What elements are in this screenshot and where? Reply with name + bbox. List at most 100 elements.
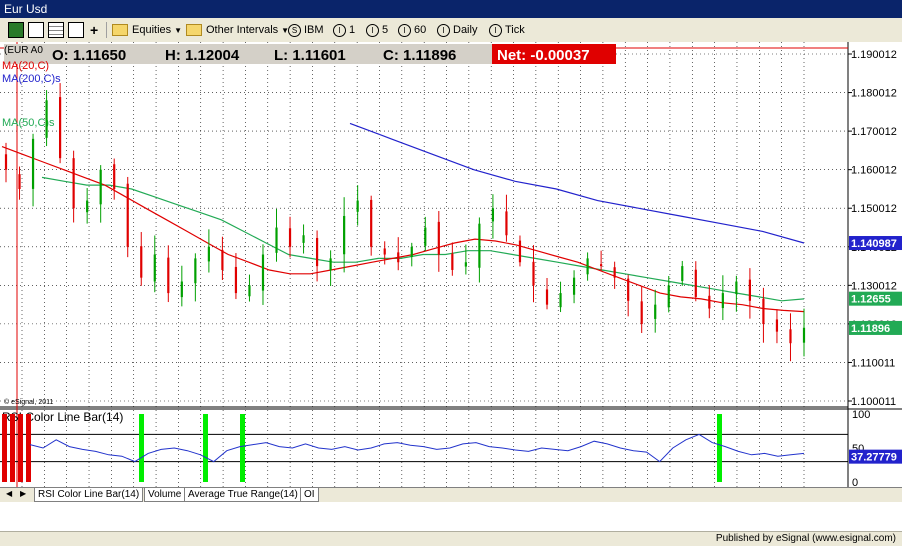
tab-prev-icon[interactable]: ◀ bbox=[6, 489, 12, 498]
symbol-button[interactable]: S IBM bbox=[288, 22, 324, 38]
chart-background bbox=[0, 42, 902, 487]
equities-dropdown[interactable]: Equities ▼ bbox=[112, 22, 182, 38]
interval-icon: I bbox=[489, 23, 502, 37]
bar-chart-icon[interactable] bbox=[28, 22, 44, 39]
rsi-tick-label: 100 bbox=[852, 409, 870, 421]
ma200-legend: MA(200,C)s bbox=[2, 73, 61, 85]
bar-body bbox=[59, 97, 62, 159]
chart-icon[interactable] bbox=[8, 22, 24, 39]
bar-body bbox=[451, 253, 454, 270]
rsi-tick-label: 0 bbox=[852, 477, 858, 487]
ma50-marker-label: 1.12655 bbox=[851, 294, 891, 306]
bar-body bbox=[99, 169, 102, 205]
bar-body bbox=[654, 304, 657, 319]
bar-body bbox=[261, 254, 265, 291]
bar-body bbox=[640, 301, 643, 324]
bar-body bbox=[586, 258, 589, 275]
interval-5-label: 5 bbox=[382, 24, 389, 36]
price-tick-label: 1.160012 bbox=[851, 165, 897, 177]
quote-close: C: 1.11896 bbox=[383, 47, 456, 64]
bar-body bbox=[248, 285, 251, 297]
daily-button[interactable]: I Daily bbox=[437, 22, 477, 38]
bar-body bbox=[72, 158, 75, 209]
bar-body bbox=[748, 279, 751, 301]
bar-body bbox=[464, 262, 467, 267]
price-bar bbox=[370, 195, 373, 256]
bar-body bbox=[397, 252, 400, 263]
interval-60-button[interactable]: I 60 bbox=[398, 22, 426, 38]
tab-oi[interactable]: OI bbox=[300, 488, 319, 502]
rsi-signal-bar-red bbox=[18, 414, 23, 482]
bar-body bbox=[234, 266, 238, 294]
bar-body bbox=[194, 258, 197, 284]
tab-next-icon[interactable]: ▶ bbox=[20, 489, 26, 498]
last-price-marker-label: 1.11896 bbox=[851, 323, 890, 335]
bar-body bbox=[532, 261, 535, 286]
bar-body bbox=[113, 164, 116, 189]
quote-high: H: 1.12004 bbox=[165, 47, 240, 64]
bar-body bbox=[424, 227, 427, 246]
price-tick-label: 1.100011 bbox=[851, 396, 896, 408]
equities-label: Equities bbox=[132, 24, 172, 36]
quote-low: L: 1.11601 bbox=[274, 47, 346, 64]
price-chart[interactable]: (EUR A0 O: 1.11650 H: 1.12004 L: 1.11601… bbox=[0, 42, 902, 487]
bar-body bbox=[518, 240, 522, 263]
ma20-legend: MA(20,C) bbox=[2, 60, 49, 72]
bar-body bbox=[288, 228, 292, 247]
bar-body bbox=[505, 211, 508, 236]
tab-volume[interactable]: Volume bbox=[144, 488, 186, 502]
bar-body bbox=[545, 289, 549, 305]
rsi-last-label: 37.27779 bbox=[851, 452, 897, 464]
bar-body bbox=[437, 221, 440, 255]
interval-1-button[interactable]: I1 bbox=[333, 22, 355, 38]
bar-body bbox=[31, 138, 35, 189]
rsi-signal-bar-green bbox=[139, 414, 144, 482]
bar-body bbox=[613, 267, 616, 278]
status-bar: Published by eSignal (www.esignal.com) bbox=[0, 531, 902, 546]
toolbar-divider bbox=[106, 22, 107, 38]
bar-body bbox=[4, 154, 8, 170]
bar-body bbox=[721, 293, 724, 309]
bar-body bbox=[356, 200, 359, 212]
add-icon[interactable]: + bbox=[90, 22, 98, 38]
properties-icon[interactable] bbox=[68, 22, 84, 39]
bar-body bbox=[559, 293, 562, 308]
bar-body bbox=[315, 237, 319, 267]
quote-open: O: 1.11650 bbox=[52, 47, 126, 64]
interval-5-button[interactable]: I5 bbox=[366, 22, 388, 38]
bar-body bbox=[410, 246, 413, 257]
daily-label: Daily bbox=[453, 24, 478, 36]
bar-body bbox=[180, 281, 183, 298]
bar-body bbox=[762, 298, 765, 324]
copyright-text: © eSignal, 2011 bbox=[4, 398, 54, 406]
folder-icon bbox=[186, 24, 202, 37]
bar-body bbox=[329, 258, 332, 271]
rsi-signal-bar-green bbox=[203, 414, 208, 482]
bar-body bbox=[694, 269, 697, 297]
rsi-signal-bar-red bbox=[2, 414, 7, 482]
bar-body bbox=[491, 208, 495, 222]
ma200-marker-label: 1.140987 bbox=[851, 238, 897, 250]
interval-1-label: 1 bbox=[349, 24, 356, 36]
other-intervals-dropdown[interactable]: Other Intervals ▼ bbox=[186, 22, 289, 38]
tab-atr[interactable]: Average True Range(14) bbox=[184, 488, 302, 502]
price-tick-label: 1.110011 bbox=[851, 357, 895, 369]
bar-body bbox=[735, 281, 738, 294]
interval-icon: I bbox=[366, 23, 379, 37]
bar-body bbox=[775, 319, 779, 332]
tab-rsi[interactable]: RSI Color Line Bar(14) bbox=[34, 488, 144, 502]
table-icon[interactable] bbox=[48, 22, 64, 39]
bar-body bbox=[627, 278, 630, 301]
window-title: Eur Usd bbox=[4, 2, 48, 16]
quote-symbol: (EUR A0 bbox=[4, 45, 43, 56]
rsi-signal-bar-red bbox=[26, 414, 31, 482]
bar-body bbox=[667, 285, 670, 308]
symbol-label: IBM bbox=[304, 24, 324, 36]
quote-net: Net: -0.00037 bbox=[497, 47, 590, 64]
tick-button[interactable]: I Tick bbox=[489, 22, 525, 38]
study-tabs: ◀ ▶ RSI Color Line Bar(14) Volume Averag… bbox=[0, 487, 902, 502]
bar-body bbox=[207, 246, 210, 262]
bar-body bbox=[302, 235, 305, 243]
interval-icon: I bbox=[398, 23, 411, 37]
rsi-signal-bar-green bbox=[717, 414, 722, 482]
